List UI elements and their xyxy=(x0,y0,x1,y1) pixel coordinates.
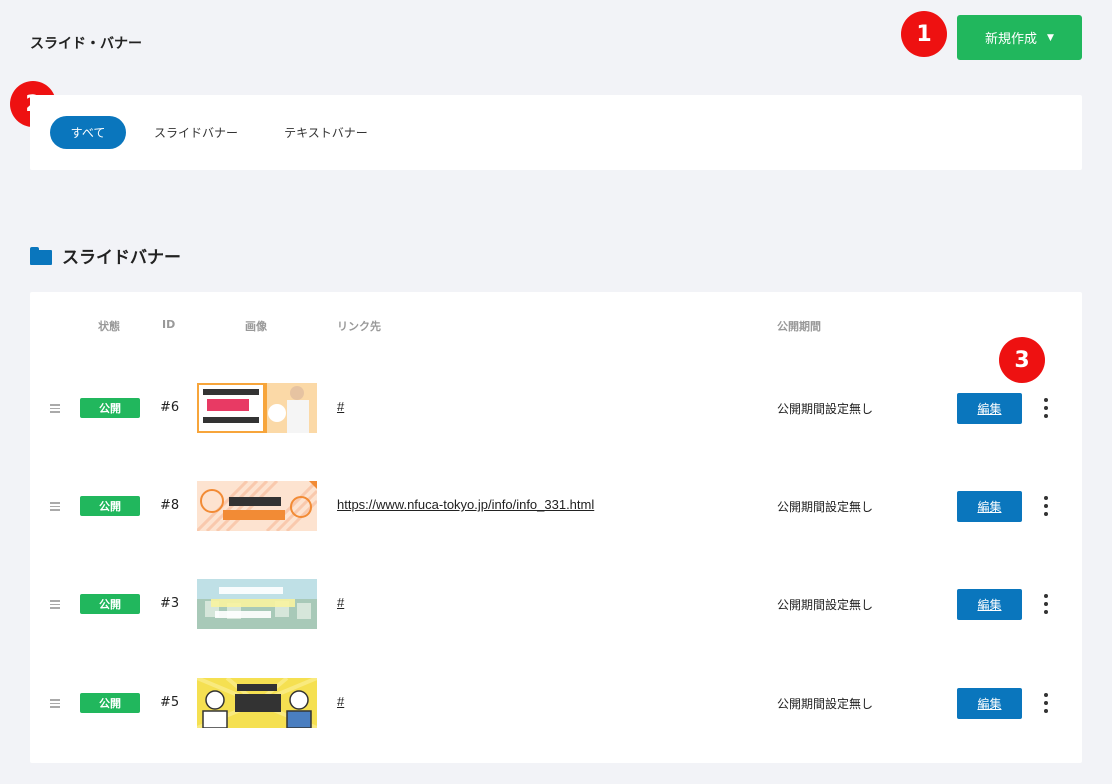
tab-all[interactable]: すべて xyxy=(50,116,126,149)
page-title: スライド・バナー xyxy=(30,36,142,52)
row-id: #6 xyxy=(160,400,180,415)
banner-thumbnail xyxy=(197,481,317,531)
edit-button[interactable]: 編集 xyxy=(957,393,1022,424)
new-create-label: 新規作成 xyxy=(985,32,1038,47)
section-title: スライドバナー xyxy=(62,248,181,268)
status-badge: 公開 xyxy=(80,693,140,713)
tab-text-banner[interactable]: テキストバナー xyxy=(276,116,376,149)
annotation-marker-1: 1 xyxy=(901,11,947,57)
edit-button[interactable]: 編集 xyxy=(957,589,1022,620)
banner-thumbnail xyxy=(197,383,317,433)
publish-period: 公開期間設定無し xyxy=(777,598,874,612)
more-vertical-icon[interactable] xyxy=(1040,691,1052,715)
row-id: #8 xyxy=(160,498,180,513)
filter-tabs: すべて スライドバナー テキストバナー xyxy=(30,95,1082,170)
link-url[interactable]: # xyxy=(337,694,344,709)
table-row: 公開 #6 # 公開期間設定無し 編集 xyxy=(30,378,1082,438)
link-url[interactable]: # xyxy=(337,595,344,610)
banner-table: 状態 ID 画像 リンク先 公開期間 公開 #6 # 公開期間設定無し 編集 公… xyxy=(30,292,1082,763)
edit-button[interactable]: 編集 xyxy=(957,491,1022,522)
folder-icon xyxy=(30,246,52,265)
status-badge: 公開 xyxy=(80,496,140,516)
status-badge: 公開 xyxy=(80,594,140,614)
row-id: #5 xyxy=(160,695,180,710)
more-vertical-icon[interactable] xyxy=(1040,494,1052,518)
annotation-marker-3: 3 xyxy=(999,337,1045,383)
banner-thumbnail xyxy=(197,579,317,629)
drag-handle-icon[interactable] xyxy=(50,699,60,710)
table-row: 公開 #3 # 公開期間設定無し 編集 xyxy=(30,574,1082,634)
column-header-period: 公開期間 xyxy=(777,320,821,333)
publish-period: 公開期間設定無し xyxy=(777,402,874,416)
edit-button[interactable]: 編集 xyxy=(957,688,1022,719)
tab-slide-banner[interactable]: スライドバナー xyxy=(146,116,246,149)
link-url[interactable]: https://www.nfuca-tokyo.jp/info/info_331… xyxy=(337,497,594,512)
caret-down-icon: ▼ xyxy=(1047,32,1054,43)
more-vertical-icon[interactable] xyxy=(1040,396,1052,420)
publish-period: 公開期間設定無し xyxy=(777,697,874,711)
column-header-status: 状態 xyxy=(98,320,120,333)
section-heading: スライドバナー xyxy=(30,243,181,268)
drag-handle-icon[interactable] xyxy=(50,600,60,611)
more-vertical-icon[interactable] xyxy=(1040,592,1052,616)
column-header-image: 画像 xyxy=(245,320,267,333)
publish-period: 公開期間設定無し xyxy=(777,500,874,514)
link-url[interactable]: # xyxy=(337,399,344,414)
table-row: 公開 #5 # 公開期間設定無し 編集 xyxy=(30,673,1082,733)
new-create-button[interactable]: 新規作成 ▼ xyxy=(957,15,1082,60)
row-id: #3 xyxy=(160,596,180,611)
drag-handle-icon[interactable] xyxy=(50,404,60,415)
column-header-id: ID xyxy=(162,318,176,331)
table-row: 公開 #8 https://www.nfuca-tokyo.jp/info/in… xyxy=(30,476,1082,536)
drag-handle-icon[interactable] xyxy=(50,502,60,513)
banner-thumbnail xyxy=(197,678,317,728)
column-header-link: リンク先 xyxy=(337,320,381,333)
status-badge: 公開 xyxy=(80,398,140,418)
